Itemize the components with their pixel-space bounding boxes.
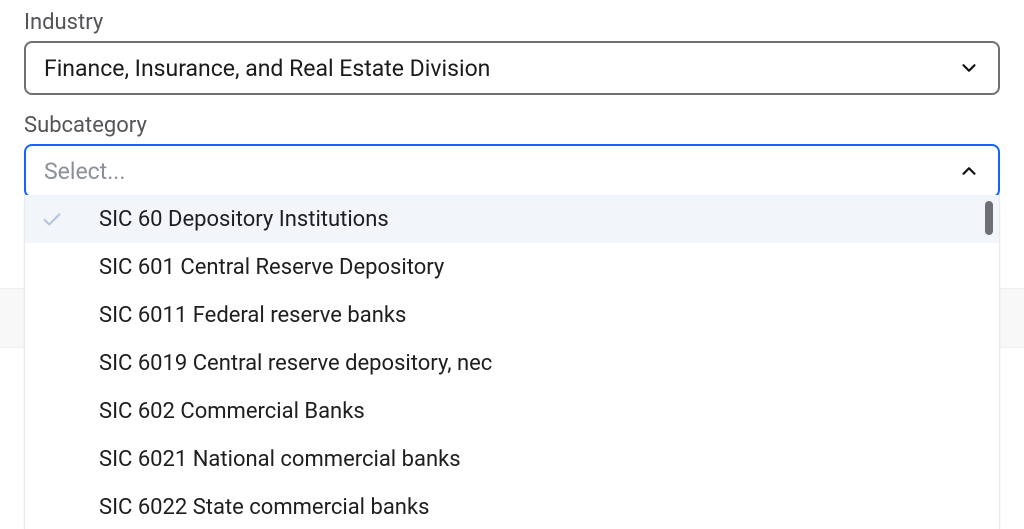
subcategory-option[interactable]: SIC 6021 National commercial banks [25,435,999,483]
subcategory-option-label: SIC 6019 Central reserve depository, nec [99,351,492,376]
subcategory-option-label: SIC 6011 Federal reserve banks [99,303,406,328]
subcategory-select[interactable]: Select... [24,144,1000,198]
subcategory-dropdown: SIC 60 Depository Institutions SIC 601 C… [24,195,1000,529]
subcategory-option[interactable]: SIC 6011 Federal reserve banks [25,291,999,339]
form-page: Industry Finance, Insurance, and Real Es… [0,0,1024,529]
subcategory-field-group: Subcategory Select... [24,113,1000,198]
subcategory-select-placeholder: Select... [44,158,125,185]
subcategory-label: Subcategory [24,113,1000,138]
subcategory-option-label: SIC 602 Commercial Banks [99,399,365,424]
scrollbar-thumb[interactable] [985,201,993,235]
subcategory-option[interactable]: SIC 601 Central Reserve Depository [25,243,999,291]
subcategory-option[interactable]: SIC 6022 State commercial banks [25,483,999,529]
subcategory-option-list: SIC 60 Depository Institutions SIC 601 C… [25,195,999,529]
subcategory-option[interactable]: SIC 60 Depository Institutions [25,195,999,243]
industry-field-group: Industry Finance, Insurance, and Real Es… [24,10,1000,95]
chevron-down-icon [958,57,980,79]
check-icon [41,208,69,230]
subcategory-option-label: SIC 60 Depository Institutions [99,207,389,232]
industry-select[interactable]: Finance, Insurance, and Real Estate Divi… [24,41,1000,95]
subcategory-option-label: SIC 6021 National commercial banks [99,447,461,472]
scrollbar[interactable] [985,201,993,523]
industry-select-value: Finance, Insurance, and Real Estate Divi… [44,55,490,82]
subcategory-option[interactable]: SIC 6019 Central reserve depository, nec [25,339,999,387]
industry-label: Industry [24,10,1000,35]
chevron-up-icon [958,160,980,182]
subcategory-option-label: SIC 6022 State commercial banks [99,495,429,520]
subcategory-option[interactable]: SIC 602 Commercial Banks [25,387,999,435]
subcategory-option-label: SIC 601 Central Reserve Depository [99,255,444,280]
